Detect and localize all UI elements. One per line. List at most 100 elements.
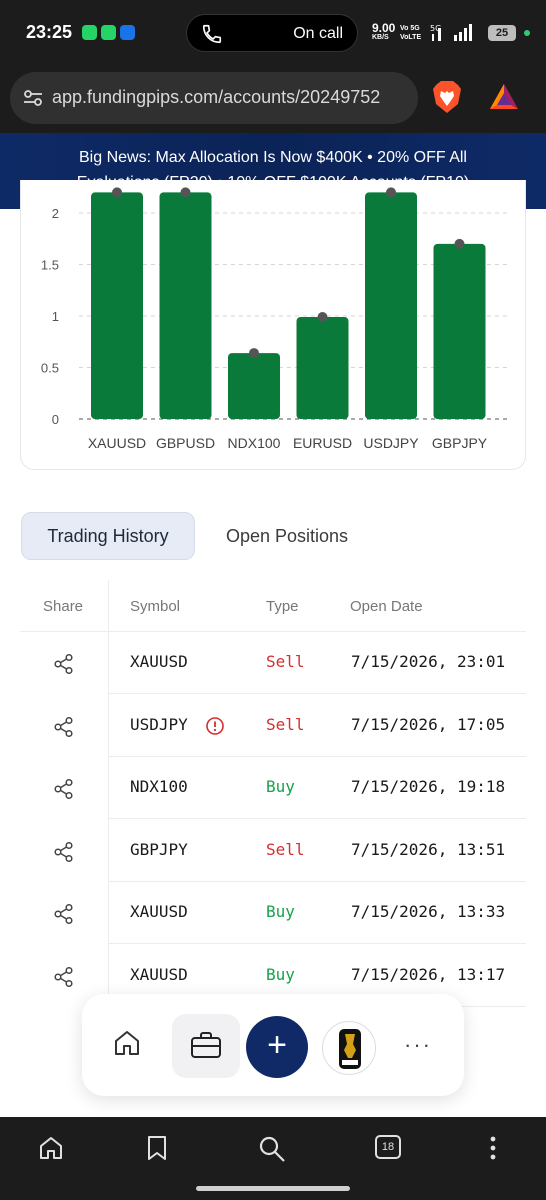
bar-gbpusd — [159, 192, 212, 419]
bat-rewards-icon[interactable] — [489, 83, 519, 111]
x-tick-label: EURUSD — [293, 435, 352, 451]
row-open-date: 7/15/2026, 13:17 — [351, 964, 506, 984]
notification-icons — [82, 25, 135, 40]
y-tick-label: 0.5 — [41, 361, 59, 376]
bar-xauusd — [91, 192, 143, 419]
app-bottom-nav: + ··· — [82, 994, 464, 1096]
tab-trading-history[interactable]: Trading History — [21, 512, 195, 560]
table-row[interactable]: GBPJPY Sell 7/15/2026, 13:51 — [20, 820, 526, 882]
row-type: Buy — [266, 902, 295, 921]
bar-gbpjpy — [433, 243, 486, 419]
bar-top-marker — [454, 238, 465, 249]
volte-line-1: Vo 5G — [400, 25, 420, 32]
battery-icon: 25 — [488, 25, 516, 41]
y-tick-label: 1.5 — [41, 258, 59, 273]
call-pill[interactable]: On call — [186, 14, 358, 52]
x-tick-label: GBPJPY — [432, 435, 488, 451]
share-icon[interactable] — [53, 778, 75, 800]
volte-indicator: Vo 5G VoLTE — [400, 24, 421, 42]
trophy-avatar[interactable] — [322, 1021, 376, 1075]
row-open-date: 7/15/2026, 19:18 — [351, 777, 506, 796]
row-open-date: 7/15/2026, 13:33 — [351, 902, 506, 921]
header-open-date: Open Date — [350, 598, 423, 615]
portfolio-button[interactable] — [172, 1014, 240, 1078]
whatsapp-business-icon — [101, 25, 116, 40]
status-time: 23:25 — [26, 22, 73, 42]
table-row[interactable]: USDJPY Sell 7/15/2026, 17:05 — [20, 695, 526, 757]
bar-top-marker — [112, 187, 122, 198]
bar-top-marker — [249, 348, 259, 359]
more-icon[interactable]: ··· — [404, 1032, 432, 1058]
briefcase-icon — [191, 1032, 221, 1058]
brave-shields-icon[interactable] — [432, 80, 462, 114]
row-symbol: XAUUSD — [130, 964, 188, 984]
net-speed: 9.00 KB/S — [372, 22, 395, 41]
share-icon[interactable] — [53, 841, 75, 863]
table-header: Share Symbol Type Open Date — [20, 580, 526, 632]
home-icon[interactable] — [112, 1028, 142, 1058]
row-open-date: 7/15/2026, 23:01 — [351, 652, 506, 671]
share-icon[interactable] — [53, 716, 75, 738]
call-status: On call — [293, 25, 343, 42]
row-symbol: XAUUSD — [130, 652, 188, 671]
share-icon[interactable] — [53, 966, 75, 988]
x-tick-label: USDJPY — [363, 435, 419, 451]
bookmark-icon[interactable] — [146, 1135, 168, 1161]
privacy-dot — [524, 30, 530, 36]
net-speed-unit: KB/S — [372, 34, 389, 41]
row-type: Sell — [266, 714, 305, 734]
signal-icon: 5G — [430, 24, 472, 41]
home-indicator[interactable] — [196, 1186, 350, 1191]
site-settings-icon[interactable] — [22, 87, 44, 109]
volte-line-2: VoLTE — [400, 34, 422, 41]
share-icon[interactable] — [53, 653, 75, 675]
row-type: Sell — [266, 652, 305, 671]
status-bar: 23:25 On call 9.00 KB/S Vo 5G VoLTE 5G 2… — [0, 0, 546, 66]
add-button[interactable]: + — [246, 1016, 308, 1078]
browser-toolbar: app.fundingpips.com/accounts/20249752 — [0, 66, 546, 133]
table-row[interactable]: NDX100 Buy 7/15/2026, 19:18 — [20, 757, 526, 819]
address-bar[interactable]: app.fundingpips.com/accounts/20249752 — [10, 72, 418, 124]
x-tick-label: NDX100 — [228, 435, 281, 451]
browser-menu-icon[interactable] — [488, 1135, 498, 1161]
symbol-chart-card: 0 0.5 1 1.5 2 XAUUSD GBPUSD NDX100 EURUSD USDJPY G… — [20, 180, 526, 470]
bar-usdjpy — [365, 192, 417, 419]
row-type: Sell — [266, 839, 305, 859]
row-symbol: XAUUSD — [130, 902, 188, 921]
bar-eurusd — [296, 317, 349, 419]
row-open-date: 7/15/2026, 17:05 — [351, 714, 506, 734]
row-open-date: 7/15/2026, 13:51 — [351, 839, 506, 859]
tab-open-positions[interactable]: Open Positions — [200, 512, 374, 560]
bar-top-marker — [180, 187, 191, 198]
table-row[interactable]: XAUUSD Sell 7/15/2026, 23:01 — [20, 632, 526, 694]
x-tick-label: XAUUSD — [88, 435, 146, 451]
table-row[interactable]: XAUUSD Buy 7/15/2026, 13:33 — [20, 882, 526, 944]
row-type: Buy — [266, 777, 295, 796]
x-tick-label: GBPUSD — [156, 435, 215, 451]
y-tick-label: 1 — [52, 309, 59, 324]
tab-switcher-button[interactable]: 18 — [375, 1135, 401, 1159]
row-type: Buy — [266, 964, 295, 984]
header-symbol: Symbol — [130, 598, 181, 615]
whatsapp-icon — [82, 25, 97, 40]
header-type: Type — [266, 598, 299, 615]
bar-top-marker — [386, 187, 396, 198]
row-symbol: NDX100 — [130, 777, 188, 796]
y-tick-label: 0 — [52, 412, 59, 427]
browser-home-icon[interactable] — [38, 1135, 64, 1161]
search-icon[interactable] — [258, 1135, 286, 1163]
promo-line-1: Big News: Max Allocation Is Now $400K • … — [79, 149, 467, 166]
share-icon[interactable] — [53, 903, 75, 925]
header-share: Share — [43, 598, 84, 615]
bar-ndx100 — [228, 353, 280, 419]
bar-top-marker — [317, 312, 328, 323]
warning-icon[interactable] — [205, 716, 225, 736]
url-text[interactable]: app.fundingpips.com/accounts/20249752 — [52, 87, 380, 108]
net-speed-value: 9.00 — [372, 21, 396, 35]
row-symbol: GBPJPY — [130, 839, 188, 859]
messages-icon — [120, 25, 135, 40]
y-tick-label: 2 — [52, 206, 59, 221]
row-symbol: USDJPY — [130, 714, 188, 734]
symbol-bar-chart: 0 0.5 1 1.5 2 XAUUSD GBPUSD NDX100 EURUSD USDJPY G… — [41, 187, 507, 451]
phone-icon — [202, 24, 222, 44]
